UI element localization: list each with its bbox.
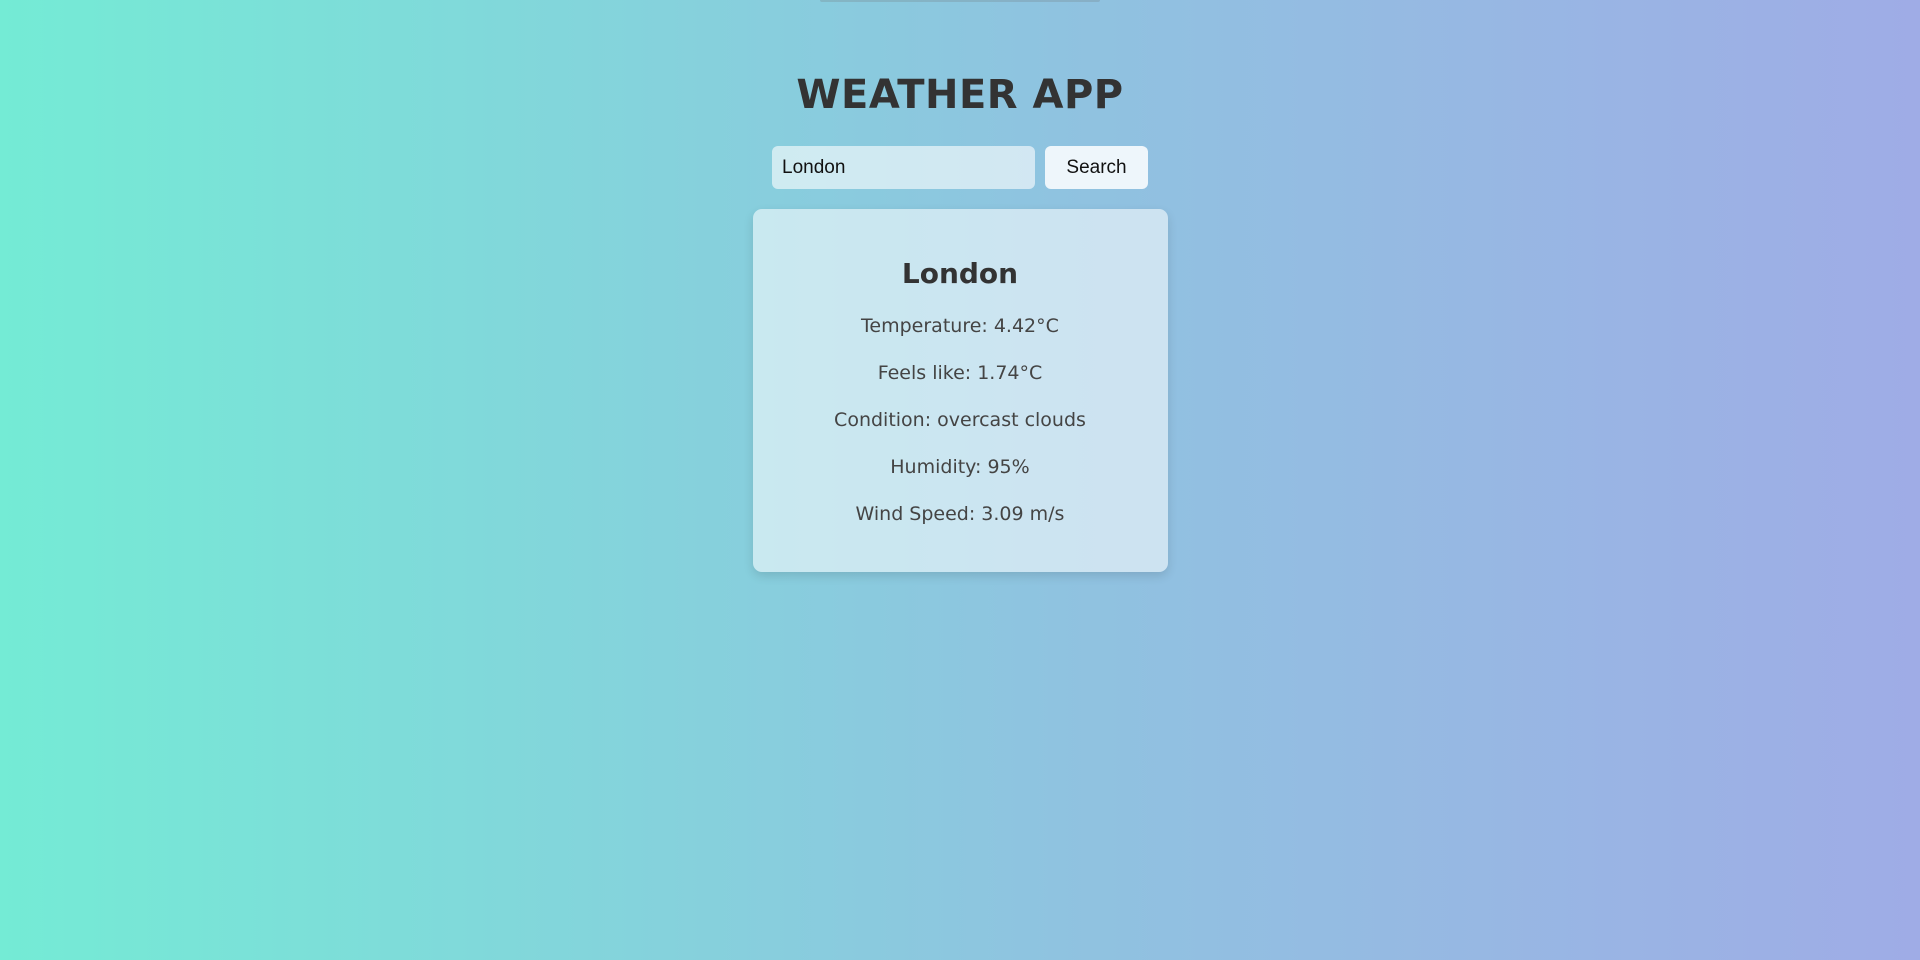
city-search-input[interactable]	[772, 146, 1035, 189]
search-button[interactable]: Search	[1045, 146, 1148, 189]
city-name: London	[901, 257, 1019, 290]
search-bar: Search	[772, 146, 1148, 189]
temperature-text: Temperature: 4.42°C	[861, 315, 1059, 337]
weather-card: London Temperature: 4.42°C Feels like: 1…	[752, 209, 1168, 572]
wind-speed-text: Wind Speed: 3.09 m/s	[855, 503, 1065, 525]
weather-app: WEATHER APP Search London Temperature: 4…	[0, 0, 1920, 572]
page-title: WEATHER APP	[796, 72, 1124, 118]
weather-details: Temperature: 4.42°C Feels like: 1.74°C C…	[834, 303, 1086, 538]
humidity-text: Humidity: 95%	[890, 456, 1030, 478]
condition-text: Condition: overcast clouds	[834, 409, 1086, 431]
feels-like-text: Feels like: 1.74°C	[877, 362, 1043, 384]
